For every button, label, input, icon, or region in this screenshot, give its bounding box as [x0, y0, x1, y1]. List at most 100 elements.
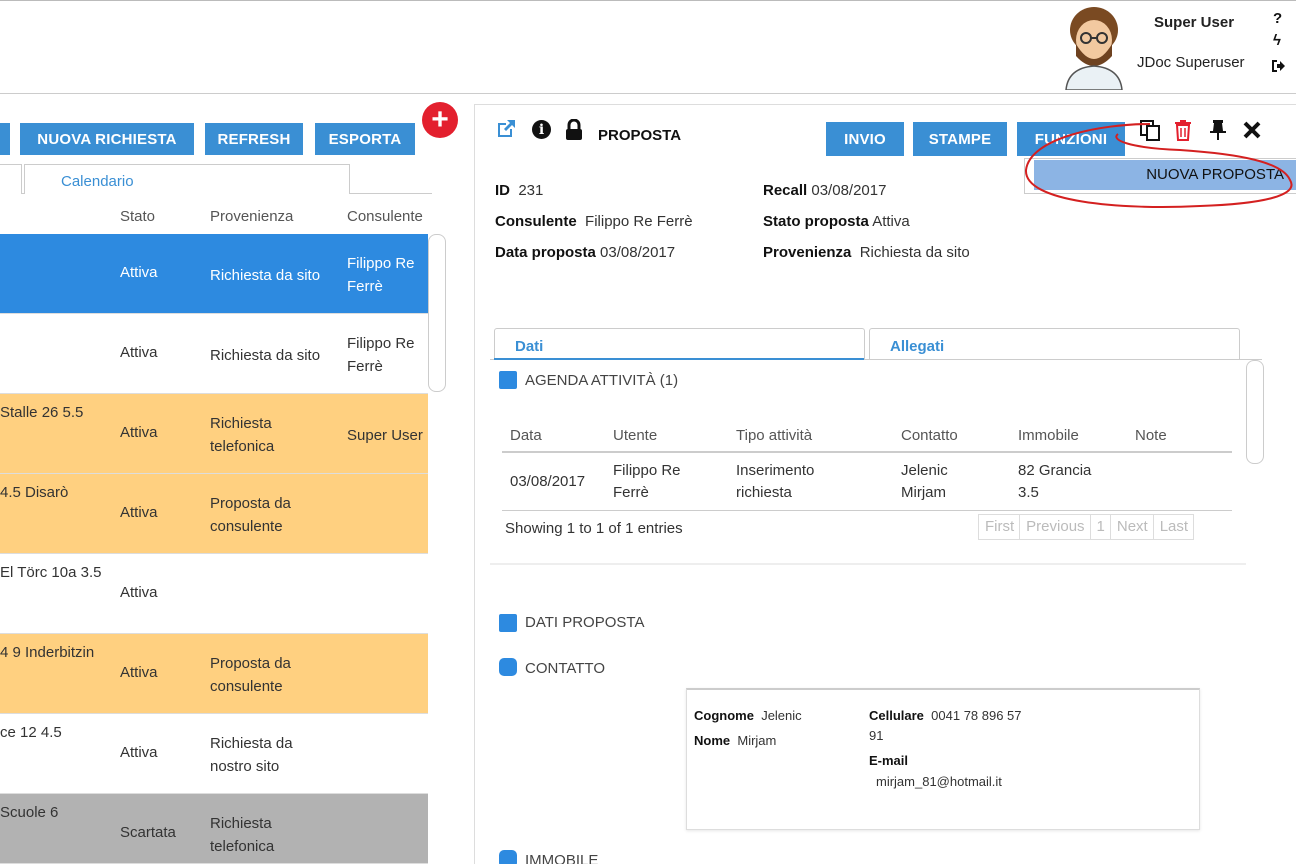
column-header-provenienza[interactable]: Provenienza [210, 208, 293, 225]
table-row[interactable]: Scuole 6 Scartata Richiesta telefonica [0, 794, 428, 864]
field-recall: Recall 03/08/2017 [763, 182, 887, 199]
agenda-cell-immobile-2: 3.5 [1018, 484, 1039, 501]
row-address: El Törc 10a 3.5 [0, 564, 102, 581]
row-provenienza-2: nostro sito [210, 758, 280, 775]
row-provenienza: Richiesta da sito [210, 347, 321, 364]
funzioni-button[interactable]: FUNZIONI [1017, 122, 1125, 156]
table-row-line [502, 510, 1232, 511]
pager-next[interactable]: Next [1111, 515, 1154, 539]
table-row[interactable]: 4.5 Disarò Attiva Proposta da consulente [0, 474, 428, 554]
column-header-note[interactable]: Note [1135, 427, 1167, 444]
tab-calendar[interactable]: Calendario [24, 164, 350, 194]
delete-icon[interactable] [1171, 118, 1195, 142]
user-role: JDoc Superuser [1137, 54, 1245, 71]
lock-icon[interactable] [565, 119, 583, 141]
contact-cellulare-2: 91 [869, 728, 884, 743]
column-header-immobile[interactable]: Immobile [1018, 427, 1079, 444]
row-provenienza-2: telefonica [210, 438, 275, 455]
info-icon[interactable]: i [532, 120, 551, 139]
agenda-cell-contatto: Jelenic [901, 462, 948, 479]
help-icon[interactable]: ? [1273, 10, 1282, 27]
refresh-button[interactable]: REFRESH [205, 123, 303, 155]
row-consulente: Filippo Re [347, 255, 415, 272]
panel-title: PROPOSTA [598, 127, 682, 144]
section-marker-icon [499, 614, 517, 632]
tab-allegati[interactable]: Allegati [869, 328, 1240, 360]
row-stato: Attiva [120, 264, 158, 281]
section-divider [490, 563, 1246, 565]
contact-cellulare: Cellulare 0041 78 896 57 [869, 708, 1022, 723]
copy-icon[interactable] [1138, 118, 1162, 142]
row-provenienza: Richiesta [210, 415, 272, 432]
agenda-cell-utente: Filippo Re [613, 462, 681, 479]
contact-email[interactable]: mirjam_81@hotmail.it [876, 774, 1002, 789]
stampe-button[interactable]: STAMPE [913, 122, 1007, 156]
section-marker-icon [499, 850, 517, 864]
row-address: Stalle 26 5.5 [0, 404, 84, 421]
logout-icon[interactable] [1270, 58, 1286, 74]
table-row[interactable]: Attiva Richiesta da sito Filippo Re Ferr… [0, 234, 428, 314]
row-provenienza: Richiesta da sito [210, 267, 321, 284]
menu-item-nuova-proposta[interactable]: NUOVA PROPOSTA [1034, 160, 1296, 190]
row-provenienza-2: consulente [210, 518, 283, 535]
column-header-stato[interactable]: Stato [120, 208, 155, 225]
row-stato: Attiva [120, 344, 158, 361]
tab-active-indicator [494, 358, 864, 360]
table-row[interactable]: Stalle 26 5.5 Attiva Richiesta telefonic… [0, 394, 428, 474]
row-provenienza: Richiesta da [210, 735, 293, 752]
tab-list[interactable] [0, 164, 22, 194]
section-dati-proposta-title[interactable]: DATI PROPOSTA [525, 614, 644, 631]
row-address: ce 12 4.5 [0, 724, 62, 741]
external-link-icon[interactable] [495, 118, 517, 140]
pager-previous[interactable]: Previous [1020, 515, 1091, 539]
section-marker-icon [499, 371, 517, 389]
agenda-cell-utente-2: Ferrè [613, 484, 649, 501]
user-name: Super User [1154, 14, 1235, 31]
row-stato: Attiva [120, 424, 158, 441]
table-row[interactable]: El Törc 10a 3.5 Attiva [0, 554, 428, 634]
export-button[interactable]: ESPORTA [315, 123, 415, 155]
list-scrollbar[interactable] [428, 234, 446, 392]
table-row[interactable]: 4 9 Inderbitzin Attiva Proposta da consu… [0, 634, 428, 714]
pager-first[interactable]: First [979, 515, 1021, 539]
column-header-tipo[interactable]: Tipo attività [736, 427, 812, 444]
row-address: 4.5 Disarò [0, 484, 69, 501]
row-stato: Attiva [120, 664, 158, 681]
detail-scrollbar[interactable] [1246, 360, 1264, 464]
contact-nome: Nome Mirjam [694, 733, 777, 748]
row-stato: Attiva [120, 584, 158, 601]
table-header-line [502, 451, 1232, 453]
pin-icon[interactable] [1206, 118, 1230, 142]
field-consulente: Consulente Filippo Re Ferrè [495, 213, 693, 230]
column-header-utente[interactable]: Utente [613, 427, 657, 444]
row-consulente-2: Ferrè [347, 278, 383, 295]
row-provenienza: Proposta da [210, 495, 291, 512]
section-contatto-title[interactable]: CONTATTO [525, 660, 605, 677]
hidden-button-edge[interactable] [0, 123, 10, 155]
close-icon[interactable] [1240, 118, 1264, 142]
row-consulente: Filippo Re [347, 335, 415, 352]
row-consulente: Super User [347, 427, 423, 444]
column-header-data[interactable]: Data [510, 427, 542, 444]
invio-button[interactable]: INVIO [826, 122, 904, 156]
add-icon[interactable]: + [422, 102, 458, 138]
table-row[interactable]: ce 12 4.5 Attiva Richiesta da nostro sit… [0, 714, 428, 794]
pager-last[interactable]: Last [1154, 515, 1193, 539]
tab-dati[interactable]: Dati [494, 328, 865, 360]
avatar[interactable] [1058, 4, 1130, 90]
agenda-cell-immobile: 82 Grancia [1018, 462, 1092, 479]
section-agenda-title[interactable]: AGENDA ATTIVITÀ (1) [525, 372, 678, 389]
row-provenienza-2: consulente [210, 678, 283, 695]
new-request-button[interactable]: NUOVA RICHIESTA [20, 123, 194, 155]
column-header-consulente[interactable]: Consulente [347, 208, 423, 225]
row-stato: Attiva [120, 744, 158, 761]
detail-panel-border [474, 104, 1296, 105]
table-row[interactable]: Attiva Richiesta da sito Filippo Re Ferr… [0, 314, 428, 394]
row-address: Scuole 6 [0, 804, 59, 821]
bolt-icon[interactable]: ϟ [1273, 32, 1281, 49]
section-immobile-title[interactable]: IMMOBILE [525, 852, 598, 864]
pager-page[interactable]: 1 [1091, 515, 1111, 539]
agenda-cell-contatto-2: Mirjam [901, 484, 946, 501]
pagination: First Previous 1 Next Last [978, 514, 1195, 540]
column-header-contatto[interactable]: Contatto [901, 427, 958, 444]
